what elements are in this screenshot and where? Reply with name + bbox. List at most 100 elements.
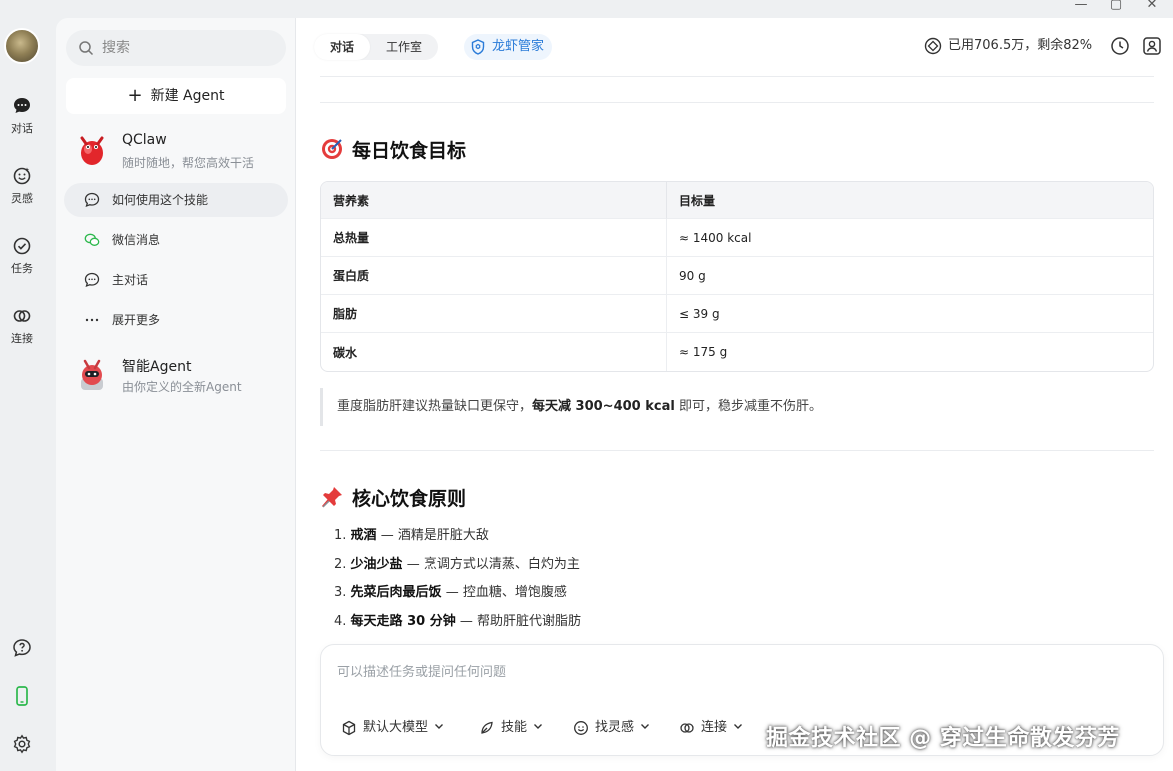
note-text: 重度脂肪肝建议热量缺口更保守，: [337, 399, 533, 414]
agent-desc: 随时随地，帮您高效干活: [122, 156, 255, 170]
list-number: 1.: [334, 528, 347, 543]
chat-icon: [84, 272, 100, 288]
title-bar: — ▢ ✕: [0, 0, 1173, 18]
qclaw-avatar: [80, 136, 104, 165]
table-cell: 总热量: [321, 219, 667, 257]
sidebar-item-how-to-use[interactable]: 如何使用这个技能: [64, 183, 288, 217]
note-bold: 每天减 300~400 kcal: [532, 399, 675, 414]
phone-button[interactable]: [0, 685, 44, 711]
sidebar-item-wechat[interactable]: 微信消息: [64, 223, 288, 257]
link-icon: [680, 723, 694, 733]
new-agent-label: 新建 Agent: [150, 88, 225, 104]
rail-item-chat[interactable]: 对话: [0, 96, 44, 136]
connect-button[interactable]: 连接: [679, 718, 743, 738]
agent-qclaw[interactable]: QClaw 随时随地，帮您高效干活: [74, 130, 284, 174]
rail-item-link[interactable]: 连接: [0, 306, 44, 346]
left-rail: 对话 灵感 任务 连接: [0, 0, 56, 771]
section-title-text: 核心饮食原则: [352, 488, 467, 510]
table-cell: 蛋白质: [321, 257, 667, 295]
user-avatar[interactable]: [4, 28, 40, 64]
list-item: 3. 先菜后肉最后饭 — 控血糖、增饱腹感: [334, 579, 581, 608]
list-item-text: — 帮助肝脏代谢脂肪: [455, 613, 581, 629]
rail-label-inspiration: 灵感: [11, 192, 33, 205]
top-bar: 对话 工作室 龙虾管家 已用706.5万，剩余82%: [296, 18, 1173, 76]
composer-placeholder: 可以描述任务或提问任何问题: [337, 665, 507, 680]
cube-icon: [342, 720, 356, 736]
wechat-icon: [84, 233, 100, 246]
agent-smart[interactable]: 智能Agent 由你定义的全新Agent: [74, 354, 284, 398]
shield-icon: [471, 39, 485, 55]
tab-chat[interactable]: 对话: [314, 34, 371, 60]
quota-text: 已用706.5万，剩余82%: [948, 38, 1093, 53]
tab-studio[interactable]: 工作室: [370, 34, 438, 60]
tab-group: 对话 工作室: [314, 34, 439, 60]
skill-icon: [481, 721, 493, 734]
lobster-manager-label: 龙虾管家: [492, 39, 545, 54]
search-input[interactable]: 搜索: [66, 30, 286, 66]
chat-icon: [14, 98, 30, 113]
agent-name: QClaw: [122, 132, 167, 148]
new-agent-button[interactable]: + 新建 Agent: [66, 78, 286, 114]
section-title-text: 每日饮食目标: [352, 140, 467, 162]
rail-item-task[interactable]: 任务: [0, 236, 44, 276]
smart-agent-avatar: [81, 359, 103, 390]
help-button[interactable]: [0, 638, 44, 662]
skills-label: 技能: [501, 720, 528, 735]
table-cell: ≈ 175 g: [679, 345, 728, 359]
list-item-bold: 戒酒: [350, 528, 377, 543]
list-item-bold: 少油少盐: [350, 556, 403, 572]
list-item: 4. 每天走路 30 分钟 — 帮助肝脏代谢脂肪: [334, 608, 581, 637]
chevron-down-icon: [435, 724, 444, 729]
nutrition-table: 营养素 目标量 总热量 ≈ 1400 kcal 蛋白质 90 g 脂肪 ≤ 39…: [320, 181, 1154, 372]
maximize-button[interactable]: ▢: [1101, 0, 1131, 16]
list-number: 2.: [334, 556, 347, 572]
find-inspiration-button[interactable]: 找灵感: [573, 718, 650, 738]
chevron-down-icon: [734, 724, 743, 729]
profile-icon[interactable]: [1142, 36, 1162, 56]
table-row: 总热量 ≈ 1400 kcal: [321, 219, 1153, 257]
rail-label-link: 连接: [11, 332, 33, 345]
find-inspiration-label: 找灵感: [595, 720, 635, 735]
divider: [320, 76, 1154, 77]
watermark-text: 掘金技术社区 @ 穿过生命散发芬芳: [766, 726, 1120, 751]
history-icon[interactable]: [1110, 36, 1130, 56]
rail-label-chat: 对话: [11, 122, 33, 135]
minimize-button[interactable]: —: [1066, 0, 1096, 16]
list-item-text: — 控血糖、增饱腹感: [441, 585, 567, 600]
phone-icon: [16, 686, 28, 706]
section-title-principles: 核心饮食原则: [320, 485, 466, 512]
sidebar-item-main-chat[interactable]: 主对话: [64, 263, 288, 297]
close-button[interactable]: ✕: [1137, 0, 1167, 16]
table-cell: 90 g: [667, 257, 1153, 295]
list-item-bold: 每天走路 30 分钟: [350, 613, 456, 629]
list-number: 3.: [334, 585, 347, 600]
lobster-manager-button[interactable]: 龙虾管家: [464, 34, 553, 60]
sidebar-item-expand-more[interactable]: 展开更多: [64, 303, 288, 337]
main-panel: 对话 工作室 龙虾管家 已用706.5万，剩余82% 每日饮食目标 营养素 目标量: [296, 18, 1173, 771]
column-header: 营养素: [321, 182, 667, 219]
sidebar-item-label: 如何使用这个技能: [112, 193, 209, 207]
table-row: 蛋白质 90 g: [321, 257, 1153, 295]
rail-label-task: 任务: [11, 262, 33, 275]
connect-label: 连接: [701, 720, 728, 735]
list-item: 1. 戒酒 — 酒精是肝脏大敌: [334, 522, 581, 551]
divider: [320, 450, 1154, 451]
section-title-diet-goals: 每日饮食目标: [320, 137, 466, 164]
rail-item-inspiration[interactable]: 灵感: [0, 166, 44, 206]
sidebar-item-label: 微信消息: [112, 233, 161, 247]
table-cell: ≤ 39 g: [667, 295, 1153, 333]
principles-list: 1. 戒酒 — 酒精是肝脏大敌 2. 少油少盐 — 烹调方式以清蒸、白灼为主 3…: [334, 522, 581, 636]
agent-desc: 由你定义的全新Agent: [122, 380, 242, 394]
settings-button[interactable]: [0, 734, 44, 758]
model-select-button[interactable]: 默认大模型: [341, 718, 444, 738]
sidebar-item-label: 主对话: [112, 273, 149, 287]
skills-button[interactable]: 技能: [479, 718, 543, 738]
list-item: 2. 少油少盐 — 烹调方式以清蒸、白灼为主: [334, 551, 581, 580]
help-icon: [13, 639, 31, 657]
list-item-text: — 酒精是肝脏大敌: [376, 528, 489, 543]
chevron-down-icon: [534, 724, 543, 729]
agent-name: 智能Agent: [122, 359, 192, 375]
inspiration-icon: [13, 167, 31, 185]
sidebar-item-label: 展开更多: [112, 313, 161, 327]
divider: [320, 102, 1154, 103]
